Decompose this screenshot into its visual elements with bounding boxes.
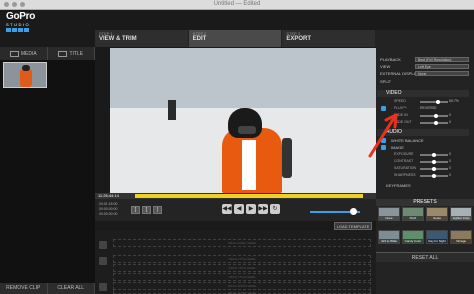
logo-line2: STUDIO	[6, 22, 31, 27]
saturation-value: 0	[449, 166, 451, 170]
step-label: EXPORT	[286, 36, 312, 42]
left-tabs: MEDIA TITLE	[0, 47, 95, 60]
load-template-button[interactable]: LOAD TEMPLATE	[334, 222, 372, 230]
trim-button[interactable]: |	[153, 206, 162, 214]
split-label: SPLIT	[380, 79, 392, 84]
view-label: VIEW	[380, 64, 391, 69]
left-actions: REMOVE CLIP CLEAR ALL	[0, 283, 95, 294]
external-display-select[interactable]: None	[415, 71, 469, 76]
preset-tile[interactable]: Candy Color	[402, 230, 424, 244]
media-thumbnail[interactable]	[3, 62, 47, 88]
exposure-knob[interactable]	[432, 153, 436, 157]
scrubber-range[interactable]	[135, 194, 363, 198]
transport-controls: 00:01:18:00 00:00:00:00 00:00:00:00 [ ] …	[95, 199, 376, 221]
remove-clip-button[interactable]: REMOVE CLIP	[0, 283, 48, 294]
reverse-label[interactable]: REVERSE	[420, 106, 437, 110]
gopro-studio-logo: GoPro STUDIO	[6, 12, 46, 34]
video-track-icon	[99, 241, 107, 249]
sharpness-value: 0	[449, 173, 451, 177]
saturation-label: SATURATION	[394, 166, 417, 170]
playback-label: PLAYBACK	[380, 57, 401, 62]
title-icon	[58, 50, 68, 57]
title-bar: Untitled — Edited	[0, 0, 474, 10]
tab-media-label: MEDIA	[20, 50, 37, 57]
video-track[interactable]: DRAG VIDEO HERE	[113, 239, 371, 247]
fade-out-knob[interactable]	[434, 121, 438, 125]
preset-tile[interactable]: Day for Night	[426, 230, 448, 244]
tab-media[interactable]: MEDIA	[0, 47, 48, 60]
audio-track[interactable]: DRAG AUDIO HERE	[113, 289, 371, 294]
fade-in-value: 0	[449, 113, 451, 117]
preset-tile[interactable]: Vintage	[450, 230, 472, 244]
contrast-value: 0	[449, 159, 451, 163]
rewind-button[interactable]: ◀◀	[222, 204, 232, 214]
window-title: Untitled — Edited	[213, 1, 261, 7]
keyframes-label[interactable]: KEYFRAMES	[386, 183, 411, 188]
speed-knob[interactable]	[436, 100, 440, 104]
media-icon	[9, 50, 19, 57]
title-track[interactable]: DRAG TITLE HERE	[113, 273, 371, 281]
playback-select[interactable]: Best (Full Resolution)	[415, 57, 469, 62]
fast-forward-button[interactable]: ▶▶	[258, 204, 268, 214]
step-edit[interactable]: STEP 2 EDIT	[188, 30, 283, 47]
workflow-steps: STEP 1 VIEW & TRIM STEP 2 EDIT STEP 3 EX…	[95, 30, 377, 47]
preset-tile[interactable]: 4x3 to Wide	[378, 230, 400, 244]
clear-all-button[interactable]: CLEAR ALL	[48, 283, 95, 294]
sharpness-label: SHARPNESS	[394, 173, 416, 177]
reset-all-button[interactable]: RESET ALL	[376, 252, 474, 262]
title-track[interactable]: DRAG TITLE HERE	[113, 255, 371, 263]
speed-value: 65.7%	[449, 99, 459, 103]
step-label: VIEW & TRIM	[99, 36, 137, 42]
title-track[interactable]: DRAG TITLE HERE	[113, 264, 371, 272]
tab-title[interactable]: TITLE	[48, 47, 95, 60]
preset-tile[interactable]: Sepia	[426, 207, 448, 221]
audio-track-icon	[99, 283, 107, 291]
external-display-label: EXTERNAL DISPLAY	[380, 71, 419, 76]
tab-title-label: TITLE	[69, 50, 84, 57]
exposure-value: 0	[449, 152, 451, 156]
speed-label: SPEED	[394, 99, 406, 103]
title-track-icon	[99, 257, 107, 265]
sharpness-knob[interactable]	[432, 174, 436, 178]
fade-in-knob[interactable]	[434, 114, 438, 118]
volume-knob[interactable]	[350, 208, 357, 215]
preset-tile[interactable]: None	[378, 207, 400, 221]
saturation-knob[interactable]	[432, 167, 436, 171]
step-label: EDIT	[192, 36, 207, 42]
video-section-header[interactable]: VIDEO	[377, 90, 469, 97]
play-button[interactable]: ▶	[246, 204, 256, 214]
annotation-arrow-icon	[368, 113, 398, 158]
step-view-trim[interactable]: STEP 1 VIEW & TRIM	[95, 30, 189, 47]
fade-out-value: 0	[449, 120, 451, 124]
contrast-knob[interactable]	[432, 160, 436, 164]
logo-line1: GoPro	[6, 11, 36, 22]
clip-info: 00:01:18:00 00:00:00:00 00:00:00:00	[99, 202, 118, 216]
video-preview[interactable]	[110, 48, 376, 193]
preset-tile[interactable]: Lighter Crop	[450, 207, 472, 221]
step-back-button[interactable]: ◀	[234, 204, 244, 214]
view-select[interactable]: Left Eye	[415, 64, 469, 69]
background-skier	[168, 100, 176, 120]
loop-button[interactable]: ↻	[270, 204, 280, 214]
speed-slider[interactable]	[420, 101, 448, 103]
step-export[interactable]: STEP 3 EXPORT	[282, 30, 377, 47]
mark-out-button[interactable]: ]	[142, 206, 151, 214]
presets-header: PRESETS	[376, 199, 474, 206]
mark-in-button[interactable]: [	[131, 206, 140, 214]
preset-tile[interactable]: FlipX	[402, 207, 424, 221]
timeline-tracks: DRAG VIDEO HERE DRAG TITLE HERE DRAG TIT…	[95, 231, 376, 294]
